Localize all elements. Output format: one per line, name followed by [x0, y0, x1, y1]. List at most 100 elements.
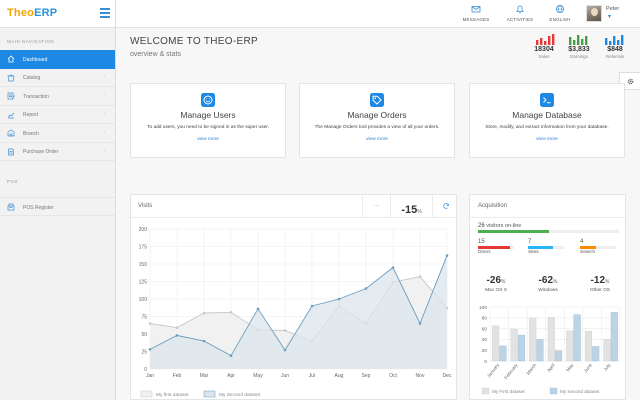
os-unit: % [553, 279, 558, 285]
sidebar-item-label: Dashboard [23, 56, 48, 63]
sidebar-item-dashboard[interactable]: Dashboard [0, 50, 115, 69]
data-point [175, 334, 179, 337]
y-tick-label: 60 [482, 326, 488, 332]
referrals-sparkbar-icon [605, 35, 624, 45]
view-more-link[interactable]: view more [131, 137, 285, 142]
bar [566, 330, 574, 362]
x-tick-label: Mar [200, 373, 209, 379]
tag-icon [370, 93, 384, 107]
page-subtitle: overview & stats [130, 51, 181, 58]
sidebar-item-branch[interactable]: Branch ‹ [0, 124, 115, 143]
bar [510, 328, 518, 362]
refresh-icon [443, 203, 449, 209]
more-options-button[interactable]: ··· [362, 195, 390, 218]
x-tick-label: Aug [335, 373, 344, 379]
chevron-down-icon[interactable]: ▾ [608, 13, 611, 20]
os-other: -12% Other OS [582, 275, 618, 293]
card-description: To add users, you need to be signed in a… [147, 125, 269, 130]
stat-label: Referrals [605, 54, 625, 59]
purchase-order-icon [8, 148, 14, 155]
bar [592, 346, 600, 362]
x-tick-label: Feb [173, 373, 182, 379]
acquisition-panel: Acquisition 26 visitors on-line 15 Direc… [469, 194, 627, 400]
x-tick-label: Jun [281, 373, 289, 379]
os-windows: -62% Windows [530, 275, 566, 293]
bar [603, 339, 611, 362]
visits-change-unit: % [417, 209, 422, 215]
x-tick-label: May [565, 362, 575, 372]
data-point [175, 326, 179, 329]
visits-panel: Visits ··· -15% 0 25 50 75 100 125 150 175 200 Ja… [130, 194, 457, 400]
envelope-icon [471, 6, 481, 13]
sidebar-item-label: POS Register [23, 204, 54, 211]
y-tick-label: 175 [139, 244, 148, 250]
source-label: Direct [478, 249, 491, 255]
data-point [202, 311, 206, 315]
view-more-link[interactable]: view more [470, 137, 624, 142]
avatar[interactable] [586, 5, 602, 22]
source-sites: 7 Sites [528, 239, 564, 255]
branch-icon [7, 129, 15, 137]
menu-toggle-icon[interactable] [100, 8, 110, 18]
stat-sales: 18304 Sales [526, 34, 562, 59]
bar [610, 312, 618, 362]
stat-label: Sales [538, 54, 550, 59]
activities-button[interactable]: ACTIVITIES [500, 4, 540, 22]
sidebar-item-catalog[interactable]: Catalog ‹ [0, 68, 115, 87]
x-tick-label: July [603, 362, 612, 372]
divider [470, 217, 627, 218]
source-label: Search [580, 249, 596, 255]
chevron-left-icon: ‹ [103, 92, 105, 99]
language-button[interactable]: ENGLISH [540, 4, 580, 22]
y-tick-label: 150 [139, 262, 148, 268]
legend-swatch [203, 390, 216, 398]
stat-referrals: $848 Referrals [597, 34, 633, 59]
legend-label: My First dataset [492, 389, 525, 394]
data-point [445, 254, 449, 257]
home-icon [7, 55, 15, 63]
x-tick-label: March [525, 362, 537, 375]
chevron-left-icon: ‹ [103, 129, 105, 136]
sidebar-item-transaction[interactable]: Transaction ‹ [0, 87, 115, 106]
brand-logo[interactable]: TheoERP [7, 7, 57, 19]
visitors-online-progress [478, 230, 619, 233]
messages-button[interactable]: MESSAGES [456, 4, 496, 22]
data-point [364, 287, 368, 290]
visits-change-value: -15 [401, 204, 418, 216]
brand-logo-part2: ERP [34, 7, 58, 19]
bar [492, 325, 500, 362]
topbar: MESSAGES ACTIVITIES ENGLISH Peter ▾ [116, 0, 640, 28]
sidebar-item-pos-register[interactable]: POS Register [0, 197, 115, 216]
refresh-button[interactable] [432, 195, 458, 218]
legend-label: My Second dataset [560, 389, 600, 394]
data-point [148, 322, 152, 325]
messages-label: MESSAGES [462, 17, 490, 22]
user-menu[interactable]: Peter ▾ [580, 4, 636, 24]
catalog-icon [7, 74, 15, 81]
y-tick-label: 80 [482, 316, 488, 322]
stat-earnings: $3,833 Earnings [561, 34, 597, 59]
source-progress [580, 246, 616, 249]
source-progress [478, 246, 514, 249]
os-value: -62 [538, 275, 553, 286]
os-unit: % [501, 279, 506, 285]
sidebar-item-purchase-order[interactable]: Purchase Order ‹ [0, 142, 115, 161]
sidebar: TheoERP MAIN NAVIGATION Dashboard Catalo… [0, 0, 116, 400]
card-manage-users: Manage Users To add users, you need to b… [130, 83, 286, 158]
os-value: -12 [590, 275, 605, 286]
data-point [229, 354, 233, 357]
language-label: ENGLISH [549, 17, 571, 22]
sidebar-item-report[interactable]: Report ‹ [0, 105, 115, 124]
x-tick-label: Jul [309, 373, 315, 379]
bar [555, 350, 563, 362]
report-icon [8, 112, 15, 118]
visitors-online-label: visitors on-line [486, 223, 522, 229]
os-value: -26 [486, 275, 501, 286]
card-title: Manage Users [180, 110, 236, 120]
series-area [150, 255, 447, 369]
view-more-link[interactable]: view more [300, 137, 454, 142]
pos-register-icon [7, 203, 15, 211]
chevron-left-icon: ‹ [103, 111, 105, 117]
card-manage-orders: Manage Orders The Manage Orders tool pro… [299, 83, 455, 158]
earnings-sparkbar-icon [569, 35, 588, 45]
